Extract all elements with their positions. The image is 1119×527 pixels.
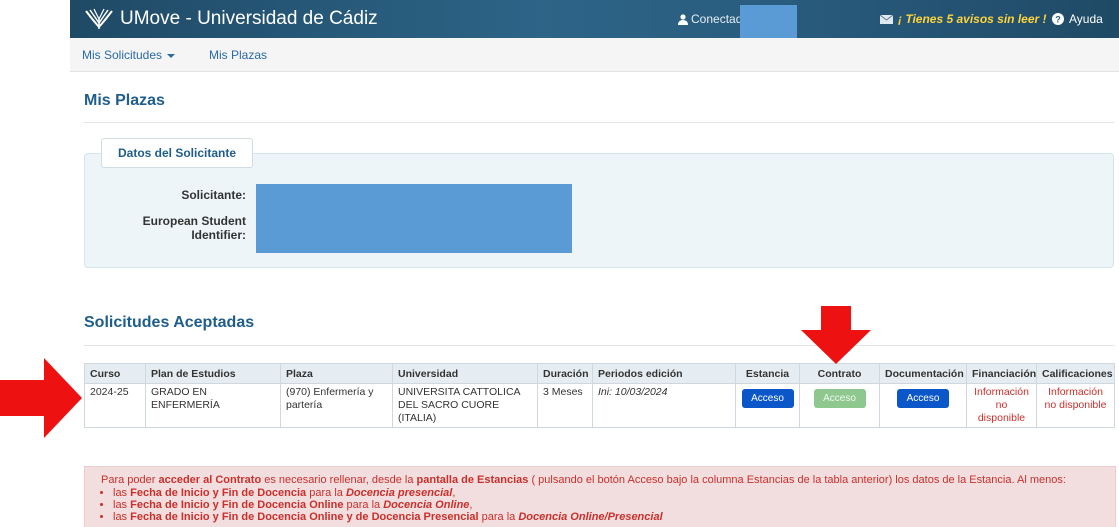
- nav-mis-solicitudes-label: Mis Solicitudes: [82, 48, 163, 62]
- main-navbar: Mis Solicitudes Mis Plazas: [70, 38, 1119, 72]
- li-text: para la: [343, 499, 384, 511]
- li-text: para la: [478, 511, 519, 523]
- cell-calificaciones: Información no disponible: [1036, 383, 1115, 428]
- esi-label-line1: European Student: [142, 214, 246, 228]
- li-text: las: [113, 511, 131, 523]
- nav-mis-solicitudes[interactable]: Mis Solicitudes: [82, 48, 176, 62]
- list-item: las Fecha de Inicio y Fin de Docencia pa…: [113, 487, 1115, 499]
- university-logo-icon: [85, 8, 113, 29]
- li-bold: Fecha de Inicio y Fin de Docencia Online…: [130, 511, 479, 523]
- col-curso: Curso: [84, 363, 146, 384]
- cell-documentacion: Acceso: [879, 383, 967, 428]
- cell-financiacion: Información no disponible: [966, 383, 1037, 428]
- solicitante-label: Solicitante:: [181, 188, 246, 202]
- alert-text-part: ( pulsando el botón Acceso bajo la colum…: [528, 474, 1066, 486]
- list-item: las Fecha de Inicio y Fin de Docencia On…: [113, 511, 1115, 523]
- help-label: Ayuda: [1069, 12, 1103, 26]
- cell-contrato: Acceso: [799, 383, 880, 428]
- list-item: las Fecha de Inicio y Fin de Docencia On…: [113, 499, 1115, 511]
- alert-text-bold: pantalla de Estancias: [416, 474, 529, 486]
- li-text: ,: [452, 487, 456, 499]
- col-financiacion: Financiación: [966, 363, 1037, 384]
- app-title: UMove - Universidad de Cádiz: [120, 8, 378, 29]
- contract-requirements-alert: Para poder acceder al Contrato es necesa…: [84, 466, 1116, 527]
- contrato-access-button[interactable]: Acceso: [813, 389, 866, 408]
- help-link[interactable]: ? Ayuda: [1052, 12, 1103, 26]
- col-contrato: Contrato: [799, 363, 880, 384]
- li-text: las: [113, 487, 131, 499]
- cell-universidad: UNIVERSITA CATTOLICA DEL SACRO CUORE (IT…: [392, 383, 538, 428]
- caret-down-icon: [167, 53, 176, 58]
- li-bold-italic: Docencia Online: [383, 499, 470, 511]
- applicant-panel: [84, 153, 1114, 268]
- col-plaza: Plaza: [280, 363, 393, 384]
- unread-notices-text: ¡ Tienes 5 avisos sin leer !: [898, 12, 1047, 26]
- divider: [84, 122, 1114, 123]
- envelope-icon: [880, 14, 893, 24]
- unread-notices-link[interactable]: ¡ Tienes 5 avisos sin leer !: [880, 12, 1047, 26]
- cell-curso: 2024-25: [84, 383, 146, 428]
- nav-mis-plazas[interactable]: Mis Plazas: [209, 48, 267, 62]
- svg-text:?: ?: [1055, 15, 1061, 25]
- col-estancia: Estancia: [735, 363, 800, 384]
- alert-text-part: es necesario rellenar, desde la: [261, 474, 417, 486]
- alert-text-bold: acceder al Contrato: [158, 474, 262, 486]
- li-bold: Fecha de Inicio y Fin de Docencia Online: [130, 499, 344, 511]
- li-bold-italic: Docencia presencial: [345, 487, 453, 499]
- li-bold-italic: Docencia Online/Presencial: [518, 511, 663, 523]
- nav-mis-plazas-label: Mis Plazas: [209, 48, 268, 62]
- cell-estancia: Acceso: [735, 383, 800, 428]
- li-text: ,: [469, 499, 473, 511]
- alert-text-part: Para poder: [101, 474, 159, 486]
- col-plan: Plan de Estudios: [145, 363, 281, 384]
- accepted-applications-table: Curso Plan de Estudios Plaza Universidad…: [84, 363, 1115, 428]
- divider: [84, 345, 1114, 346]
- alert-text: Para poder acceder al Contrato es necesa…: [101, 474, 1105, 487]
- cell-periodos: Ini: 10/03/2024: [592, 383, 736, 428]
- table-header-row: Curso Plan de Estudios Plaza Universidad…: [84, 363, 1115, 384]
- top-header: UMove - Universidad de Cádiz Conectado c…: [70, 0, 1119, 38]
- alert-list: las Fecha de Inicio y Fin de Docencia pa…: [85, 487, 1115, 523]
- cell-plaza: (970) Enfermería y partería: [280, 383, 393, 428]
- help-icon: ?: [1052, 13, 1064, 25]
- col-documentacion: Documentación: [879, 363, 967, 384]
- li-text: para la: [306, 487, 346, 499]
- documentacion-access-button[interactable]: Acceso: [897, 389, 949, 408]
- estancia-access-button[interactable]: Acceso: [741, 389, 794, 408]
- col-duracion: Duración: [537, 363, 593, 384]
- col-calificaciones: Calificaciones: [1036, 363, 1115, 384]
- page-title: Mis Plazas: [84, 92, 165, 109]
- col-periodos: Periodos edición: [592, 363, 736, 384]
- table-row: 2024-25 GRADO EN ENFERMERÍA (970) Enferm…: [84, 383, 1115, 428]
- annotation-arrow-right-icon: [0, 358, 82, 438]
- cell-duracion: 3 Meses: [537, 383, 593, 428]
- col-universidad: Universidad: [392, 363, 538, 384]
- section-title-accepted: Solicitudes Aceptadas: [84, 314, 255, 331]
- applicant-data-redacted: [256, 184, 572, 253]
- esi-label: European Student Identifier:: [120, 214, 246, 242]
- applicant-panel-legend: Datos del Solicitante: [101, 138, 253, 168]
- li-bold: Fecha de Inicio y Fin de Docencia: [130, 487, 307, 499]
- annotation-arrow-down-icon: [801, 306, 871, 364]
- cell-plan: GRADO EN ENFERMERÍA: [145, 383, 281, 428]
- esi-label-line2: Identifier:: [191, 228, 246, 242]
- brand[interactable]: UMove - Universidad de Cádiz: [84, 6, 378, 32]
- li-text: las: [113, 499, 131, 511]
- user-icon: [678, 13, 688, 25]
